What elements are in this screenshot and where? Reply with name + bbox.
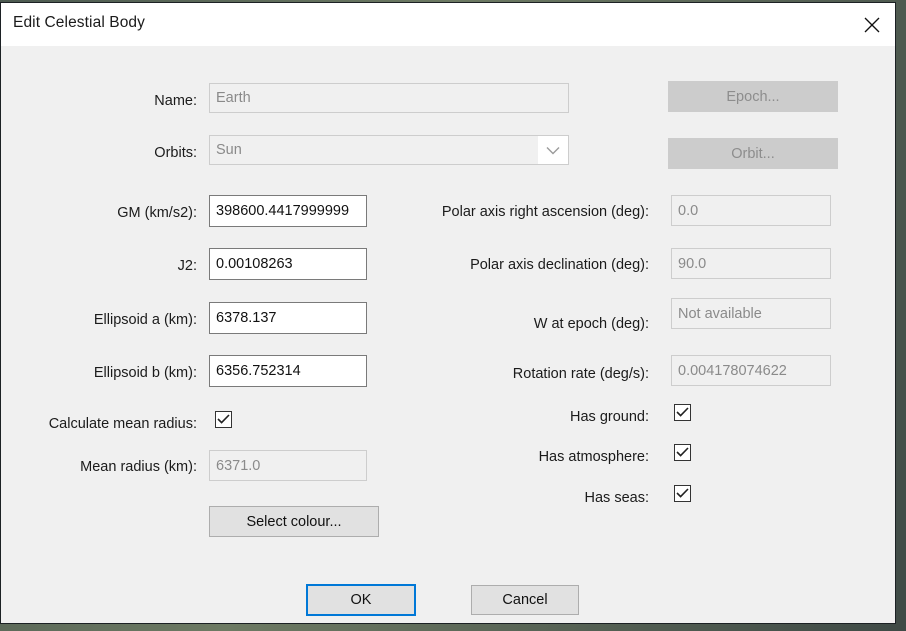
orbit-button[interactable]: Orbit... xyxy=(668,138,838,169)
has-ground-label: Has ground: xyxy=(421,410,649,425)
orbits-combobox[interactable]: Sun xyxy=(209,135,569,165)
dialog-body: Name: Earth Orbits: Sun GM (km/s2): 3986… xyxy=(1,46,895,623)
close-button[interactable] xyxy=(849,3,895,46)
orbits-combobox-value: Sun xyxy=(210,136,538,164)
dialog-title: Edit Celestial Body xyxy=(13,14,145,32)
has-atmosphere-checkbox[interactable] xyxy=(674,444,691,461)
has-ground-checkbox[interactable] xyxy=(674,404,691,421)
w-at-epoch-input[interactable]: Not available xyxy=(671,298,831,329)
rotation-rate-input[interactable]: 0.004178074622 xyxy=(671,355,831,386)
polar-axis-declination-input[interactable]: 90.0 xyxy=(671,248,831,279)
ellipsoid-b-label: Ellipsoid b (km): xyxy=(1,366,197,381)
has-seas-checkbox[interactable] xyxy=(674,485,691,502)
chevron-down-icon[interactable] xyxy=(538,136,568,164)
name-label: Name: xyxy=(1,94,197,109)
calculate-mean-radius-label: Calculate mean radius: xyxy=(1,417,197,432)
ellipsoid-a-input[interactable]: 6378.137 xyxy=(209,302,367,334)
select-colour-button[interactable]: Select colour... xyxy=(209,506,379,537)
polar-axis-declination-label: Polar axis declination (deg): xyxy=(391,258,649,273)
orbits-label: Orbits: xyxy=(1,146,197,161)
check-icon xyxy=(676,407,689,418)
name-input[interactable]: Earth xyxy=(209,83,569,113)
check-icon xyxy=(217,414,230,425)
ok-button[interactable]: OK xyxy=(306,584,416,616)
ellipsoid-a-label: Ellipsoid a (km): xyxy=(1,313,197,328)
polar-axis-right-ascension-label: Polar axis right ascension (deg): xyxy=(391,205,649,220)
epoch-button[interactable]: Epoch... xyxy=(668,81,838,112)
rotation-rate-label: Rotation rate (deg/s): xyxy=(391,367,649,382)
mean-radius-input[interactable]: 6371.0 xyxy=(209,450,367,481)
j2-input[interactable]: 0.00108263 xyxy=(209,248,367,280)
cancel-button[interactable]: Cancel xyxy=(471,585,579,615)
polar-axis-right-ascension-input[interactable]: 0.0 xyxy=(671,195,831,226)
j2-label: J2: xyxy=(1,259,197,274)
edit-celestial-body-dialog: Edit Celestial Body Name: Earth Orbits: … xyxy=(0,2,896,624)
gm-label: GM (km/s2): xyxy=(1,206,197,221)
check-icon xyxy=(676,447,689,458)
dialog-titlebar: Edit Celestial Body xyxy=(1,3,895,46)
calculate-mean-radius-checkbox[interactable] xyxy=(215,411,232,428)
check-icon xyxy=(676,488,689,499)
has-seas-label: Has seas: xyxy=(421,491,649,506)
has-atmosphere-label: Has atmosphere: xyxy=(421,450,649,465)
close-icon xyxy=(862,15,882,35)
w-at-epoch-label: W at epoch (deg): xyxy=(391,317,649,332)
gm-input[interactable]: 398600.4417999999 xyxy=(209,195,367,227)
mean-radius-label: Mean radius (km): xyxy=(1,460,197,475)
ellipsoid-b-input[interactable]: 6356.752314 xyxy=(209,355,367,387)
